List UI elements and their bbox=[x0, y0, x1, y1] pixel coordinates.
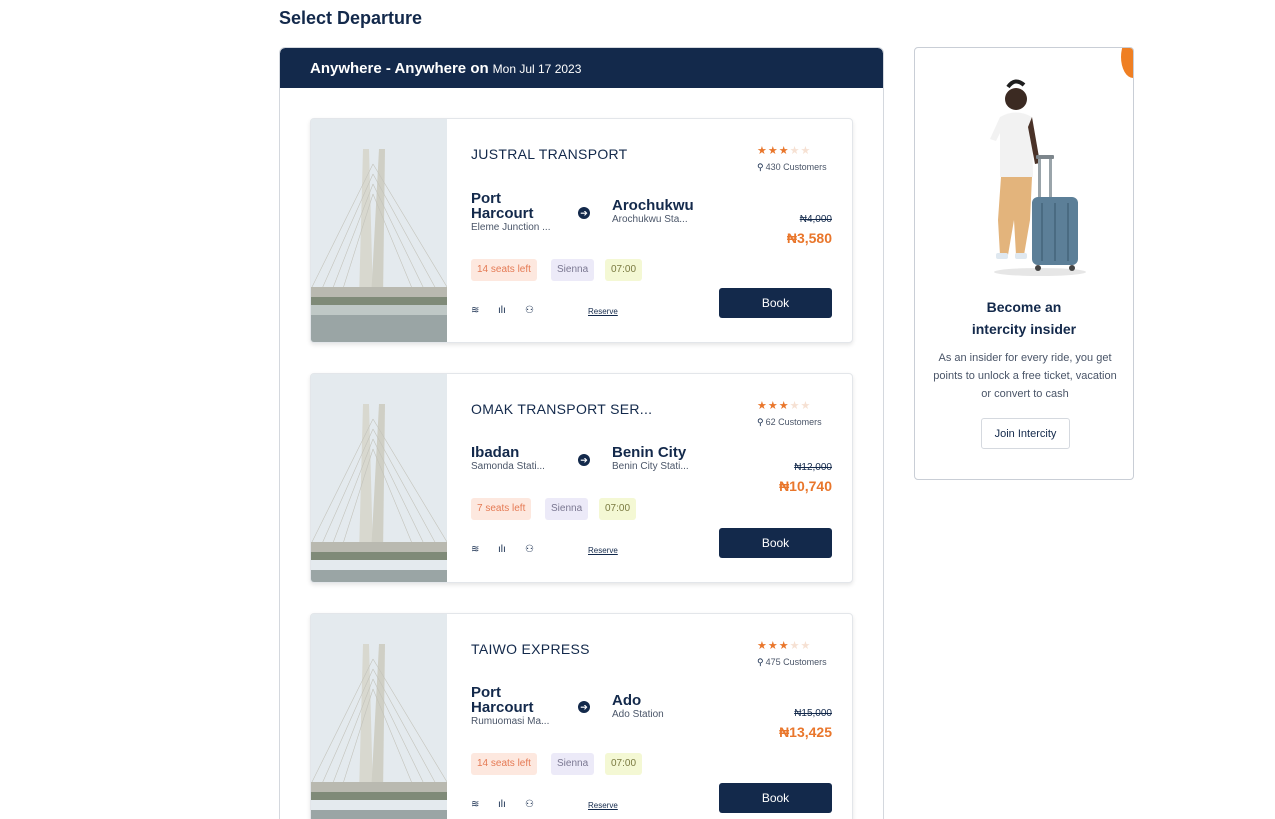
origin-city: Port Harcourt bbox=[471, 684, 534, 716]
origin: Ibadan Samonda Stati... bbox=[471, 445, 566, 472]
destination: Ado Ado Station bbox=[612, 693, 707, 720]
origin-station: Rumuomasi Ma... bbox=[471, 716, 550, 727]
charging-icon: ⚇ bbox=[525, 305, 534, 316]
original-price: ₦4,000 bbox=[799, 214, 832, 225]
destination-station: Benin City Stati... bbox=[612, 461, 689, 472]
traveler-icon: ⚲ bbox=[757, 657, 764, 667]
destination-station: Ado Station bbox=[612, 709, 664, 720]
origin-city: Ibadan bbox=[471, 444, 520, 461]
vehicle-badge: Sienna bbox=[551, 259, 595, 281]
origin-city: Port Harcourt bbox=[471, 190, 534, 222]
original-price: ₦12,000 bbox=[794, 462, 832, 473]
corner-accent bbox=[1121, 48, 1133, 78]
operator-name: TAIWO EXPRESS bbox=[471, 641, 590, 657]
book-button[interactable]: Book bbox=[719, 528, 832, 558]
wifi-icon: ≋ bbox=[471, 305, 480, 316]
sound-icon: ılı bbox=[498, 799, 506, 810]
book-button[interactable]: Book bbox=[719, 783, 832, 813]
search-date: Mon Jul 17 2023 bbox=[492, 62, 582, 76]
arrow-right-icon: ➔ bbox=[578, 454, 590, 466]
rating-stars: ★★★★★ bbox=[757, 145, 812, 157]
bridge-image bbox=[311, 119, 447, 342]
seats-badge: 14 seats left bbox=[471, 753, 537, 775]
destination: Benin City Benin City Stati... bbox=[612, 445, 707, 472]
insider-description: As an insider for every ride, you get po… bbox=[933, 352, 1117, 400]
origin: Port Harcourt Rumuomasi Ma... bbox=[471, 685, 566, 727]
trip-card[interactable]: OMAK TRANSPORT SER... ★★★★★ ⚲ 62 Customer… bbox=[310, 373, 853, 583]
reserve-link[interactable]: Reserve bbox=[588, 801, 618, 810]
trip-card[interactable]: JUSTRAL TRANSPORT ★★★★★ ⚲ 430 Customers P… bbox=[310, 118, 853, 343]
sound-icon: ılı bbox=[498, 544, 506, 555]
origin: Port Harcourt Eleme Junction ... bbox=[471, 191, 566, 233]
time-badge: 07:00 bbox=[599, 498, 637, 520]
insider-title: Become an intercity insider bbox=[915, 296, 1133, 340]
vehicle-badge: Sienna bbox=[551, 753, 595, 775]
rating-stars: ★★★★★ bbox=[757, 400, 812, 412]
origin-station: Samonda Stati... bbox=[471, 461, 545, 472]
operator-name: OMAK TRANSPORT SER... bbox=[471, 401, 653, 417]
search-route: Anywhere - Anywhere on bbox=[310, 59, 489, 77]
destination-city: Benin City bbox=[612, 444, 687, 461]
operator-name: JUSTRAL TRANSPORT bbox=[471, 146, 628, 162]
origin-station: Eleme Junction ... bbox=[471, 222, 551, 233]
book-button[interactable]: Book bbox=[719, 288, 832, 318]
insider-promo-card: Become an intercity insider As an inside… bbox=[914, 47, 1134, 480]
time-badge: 07:00 bbox=[605, 753, 643, 775]
wifi-icon: ≋ bbox=[471, 544, 480, 555]
charging-icon: ⚇ bbox=[525, 544, 534, 555]
destination-station: Arochukwu Sta... bbox=[612, 214, 688, 225]
reserve-link[interactable]: Reserve bbox=[588, 307, 618, 316]
discounted-price: ₦3,580 bbox=[786, 230, 832, 246]
charging-icon: ⚇ bbox=[525, 799, 534, 810]
trip-card[interactable]: TAIWO EXPRESS ★★★★★ ⚲ 475 Customers Port … bbox=[310, 613, 853, 819]
traveler-illustration bbox=[990, 79, 1086, 276]
insider-title-line1: Become an bbox=[986, 299, 1062, 315]
traveler-icon: ⚲ bbox=[757, 162, 764, 172]
destination: Arochukwu Arochukwu Sta... bbox=[612, 198, 707, 225]
original-price: ₦15,000 bbox=[794, 708, 832, 719]
sound-icon: ılı bbox=[498, 305, 506, 316]
rating-stars: ★★★★★ bbox=[757, 640, 812, 652]
results-panel: Anywhere - Anywhere on Mon Jul 17 2023 J… bbox=[279, 47, 884, 819]
bridge-image bbox=[311, 614, 447, 819]
customer-count: ⚲ 430 Customers bbox=[757, 162, 827, 172]
arrow-right-icon: ➔ bbox=[578, 701, 590, 713]
wifi-icon: ≋ bbox=[471, 799, 480, 810]
customer-count: ⚲ 475 Customers bbox=[757, 657, 827, 667]
seats-badge: 14 seats left bbox=[471, 259, 537, 281]
destination-city: Arochukwu bbox=[612, 197, 694, 214]
seats-badge: 7 seats left bbox=[471, 498, 532, 520]
time-badge: 07:00 bbox=[605, 259, 643, 281]
destination-city: Ado bbox=[612, 692, 642, 709]
page-title: Select Departure bbox=[279, 8, 423, 28]
insider-title-line2: intercity insider bbox=[971, 321, 1077, 337]
join-intercity-button[interactable]: Join Intercity bbox=[981, 418, 1070, 449]
traveler-icon: ⚲ bbox=[757, 417, 764, 427]
discounted-price: ₦13,425 bbox=[779, 724, 832, 740]
discounted-price: ₦10,740 bbox=[779, 478, 832, 494]
bridge-image bbox=[311, 374, 447, 582]
results-header: Anywhere - Anywhere on Mon Jul 17 2023 bbox=[280, 48, 883, 88]
arrow-right-icon: ➔ bbox=[578, 207, 590, 219]
vehicle-badge: Sienna bbox=[545, 498, 589, 520]
reserve-link[interactable]: Reserve bbox=[588, 546, 618, 555]
customer-count: ⚲ 62 Customers bbox=[757, 417, 822, 427]
